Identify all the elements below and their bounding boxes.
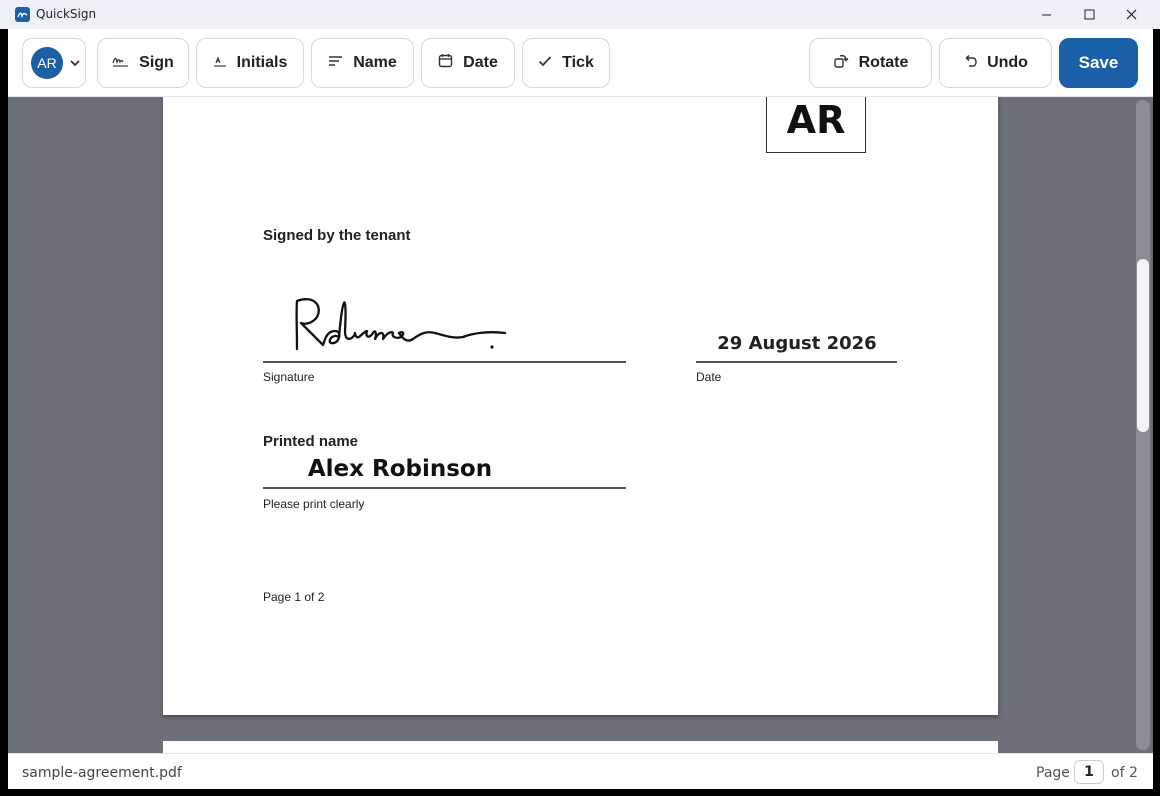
status-bar: sample-agreement.pdf Page 1 of 2 — [8, 753, 1153, 789]
page-total: of 2 — [1111, 765, 1138, 781]
undo-button[interactable]: Undo — [939, 38, 1052, 88]
date-button[interactable]: Date — [421, 38, 515, 88]
title-bar: QuickSign — [0, 0, 1160, 29]
checkmark-icon — [538, 54, 552, 72]
initials-icon — [213, 54, 227, 73]
avatar: AR — [31, 47, 63, 79]
page-number-input[interactable]: 1 — [1074, 760, 1104, 784]
toolbar: AR Sign Initials Name Date Tick Rotate U… — [8, 29, 1153, 97]
document-page: AR Signed by the tenant Signature 29 Aug… — [163, 97, 998, 715]
tick-label: Tick — [562, 54, 594, 71]
date-label: Date — [463, 54, 498, 71]
rotate-icon — [833, 53, 849, 74]
name-label: Name — [353, 54, 397, 71]
undo-icon — [963, 54, 977, 73]
tick-button[interactable]: Tick — [522, 38, 610, 88]
rotate-button[interactable]: Rotate — [809, 38, 932, 88]
sign-label: Sign — [139, 54, 174, 71]
initials-stamp[interactable]: AR — [766, 97, 866, 153]
document-viewer[interactable]: AR Signed by the tenant Signature 29 Aug… — [8, 97, 1153, 753]
date-caption: Date — [696, 370, 722, 384]
printed-name-heading: Printed name — [263, 433, 359, 450]
printed-name-value[interactable]: Alex Robinson — [263, 456, 537, 482]
initials-button[interactable]: Initials — [196, 38, 304, 88]
date-line — [696, 361, 897, 363]
initials-label: Initials — [236, 54, 288, 71]
sign-button[interactable]: Sign — [97, 38, 189, 88]
undo-label: Undo — [987, 54, 1028, 71]
signature-line — [263, 361, 626, 363]
app-title: QuickSign — [36, 7, 97, 21]
page-label: Page — [1036, 765, 1070, 781]
scrollbar-thumb[interactable] — [1137, 259, 1149, 432]
page-footer: Page 1 of 2 — [263, 590, 325, 604]
text-lines-icon — [328, 54, 343, 72]
file-name: sample-agreement.pdf — [22, 765, 182, 781]
rotate-label: Rotate — [858, 54, 909, 71]
date-value[interactable]: 29 August 2026 — [697, 333, 897, 354]
printed-name-caption: Please print clearly — [263, 497, 365, 511]
chevron-down-icon — [69, 56, 81, 74]
signature-image[interactable] — [293, 287, 513, 357]
signature-icon — [112, 54, 129, 73]
close-icon[interactable] — [1109, 0, 1153, 29]
printed-name-line — [263, 487, 626, 489]
account-menu-button[interactable]: AR — [22, 38, 86, 88]
save-button[interactable]: Save — [1059, 38, 1138, 88]
app-window: AR Sign Initials Name Date Tick Rotate U… — [8, 29, 1153, 789]
minimize-icon[interactable] — [1024, 0, 1068, 29]
maximize-icon[interactable] — [1067, 0, 1111, 29]
name-button[interactable]: Name — [311, 38, 414, 88]
calendar-icon — [438, 53, 453, 73]
signature-caption: Signature — [263, 370, 315, 384]
app-logo-icon — [15, 7, 30, 22]
next-page-preview — [163, 741, 998, 753]
signed-by-heading: Signed by the tenant — [263, 227, 411, 244]
